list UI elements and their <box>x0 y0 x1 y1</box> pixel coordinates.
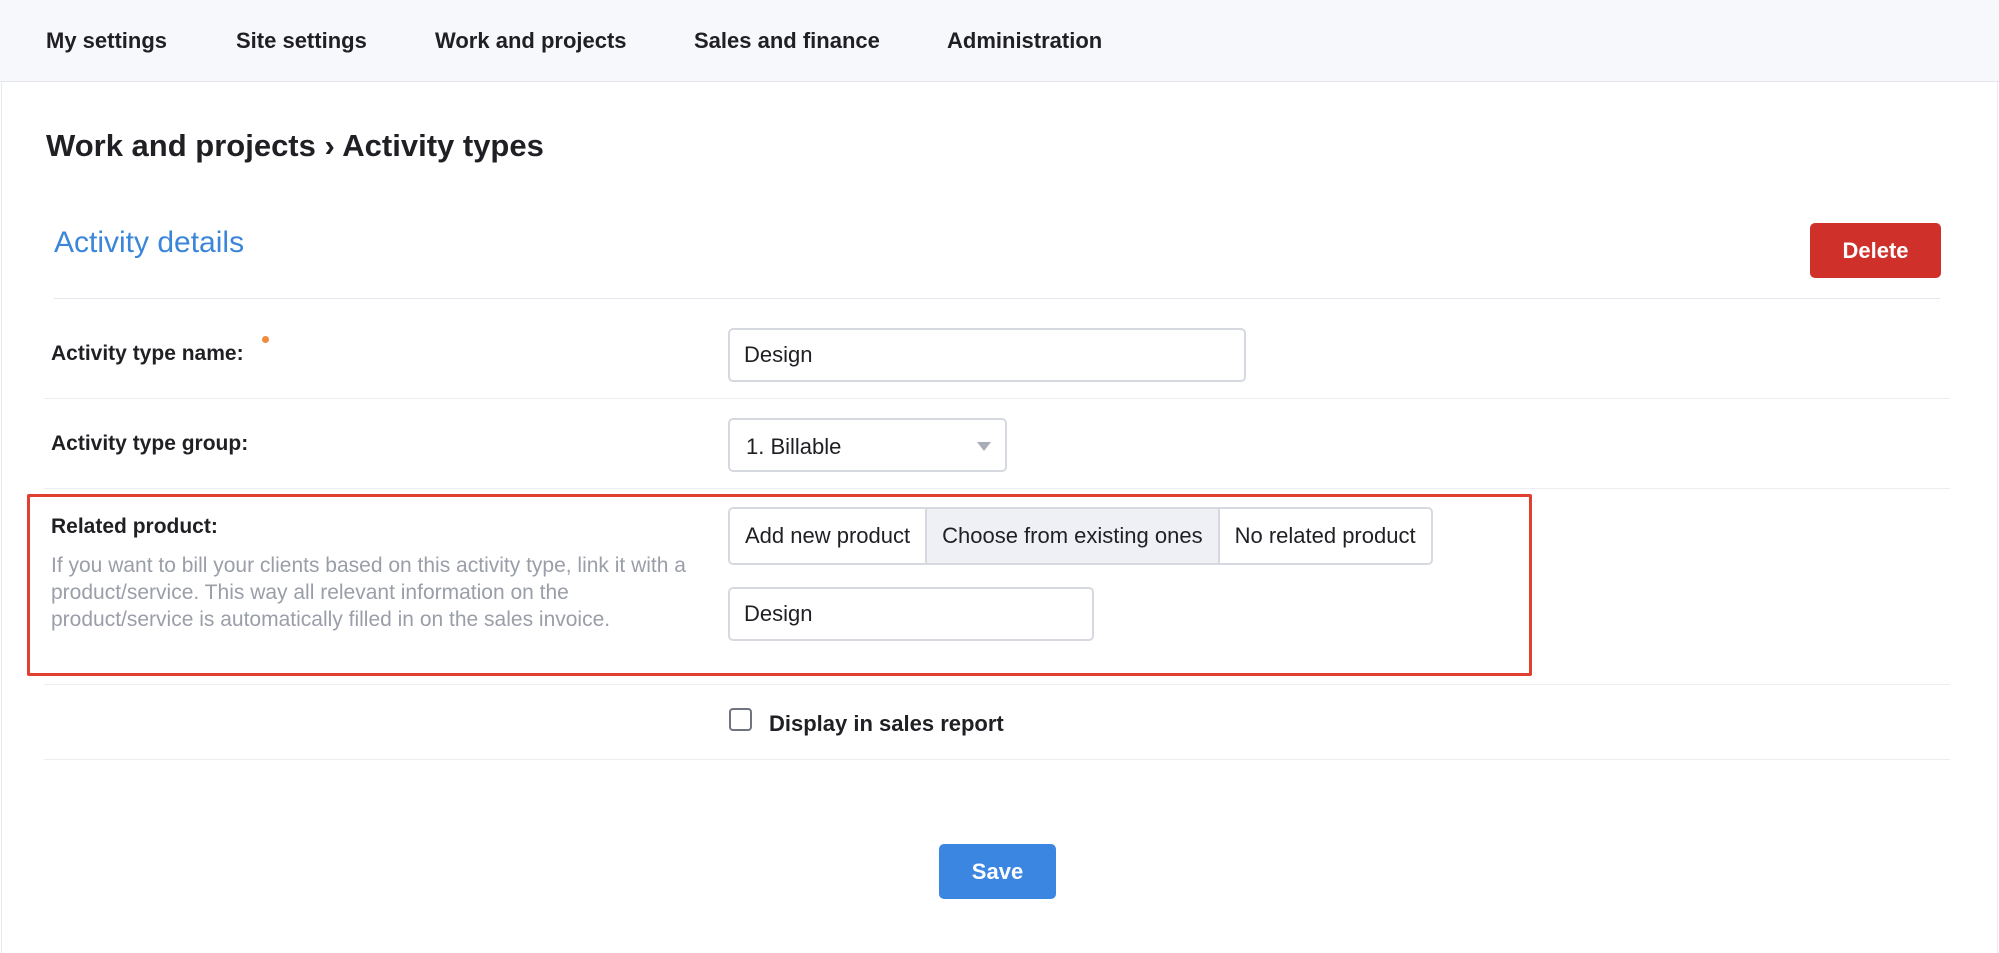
related-product-input[interactable] <box>728 587 1094 641</box>
activity-type-name-input[interactable] <box>728 328 1246 382</box>
nav-item-my-settings[interactable]: My settings <box>46 28 167 54</box>
nav-item-work-and-projects[interactable]: Work and projects <box>435 28 627 54</box>
breadcrumb: Work and projects › Activity types <box>46 128 544 163</box>
delete-button[interactable]: Delete <box>1810 223 1941 278</box>
related-product-help-text: If you want to bill your clients based o… <box>51 554 686 631</box>
save-button[interactable]: Save <box>939 844 1056 899</box>
row-divider <box>44 759 1950 760</box>
nav-item-administration[interactable]: Administration <box>947 28 1102 54</box>
activity-type-name-label: Activity type name: <box>51 342 244 365</box>
activity-type-group-value: 1. Billable <box>746 434 842 459</box>
related-product-mode-toggle: Add new product Choose from existing one… <box>728 507 1433 565</box>
activity-type-group-label: Activity type group: <box>51 432 249 455</box>
activity-type-group-select[interactable]: 1. Billable <box>728 418 1007 472</box>
nav-item-sales-and-finance[interactable]: Sales and finance <box>694 28 880 54</box>
add-new-product-option[interactable]: Add new product <box>730 509 928 563</box>
row-divider <box>44 684 1950 685</box>
display-in-sales-report-label[interactable]: Display in sales report <box>769 711 1004 737</box>
display-in-sales-report-checkbox[interactable] <box>729 708 752 731</box>
choose-existing-product-option[interactable]: Choose from existing ones <box>927 509 1220 563</box>
related-product-label: Related product: <box>51 515 218 538</box>
caret-down-icon <box>977 442 991 451</box>
top-navigation: My settings Site settings Work and proje… <box>0 0 1999 82</box>
row-divider <box>44 398 1950 399</box>
no-related-product-option[interactable]: No related product <box>1220 509 1431 563</box>
section-divider <box>54 298 1940 299</box>
nav-item-site-settings[interactable]: Site settings <box>236 28 367 54</box>
section-title: Activity details <box>54 226 245 259</box>
row-divider <box>44 488 1950 489</box>
required-indicator <box>262 336 269 343</box>
